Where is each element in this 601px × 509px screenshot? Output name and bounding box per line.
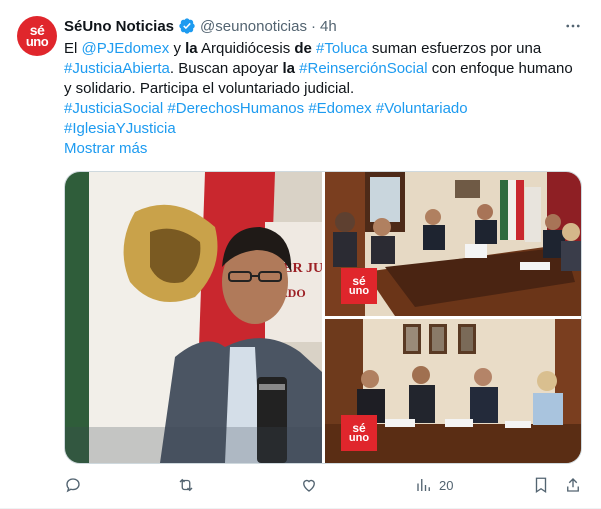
text-segment-bold: la — [185, 40, 198, 57]
hashtag-link[interactable]: #Edomex — [308, 100, 371, 117]
author-display-name[interactable]: SéUno Noticias — [64, 18, 174, 35]
like-button[interactable] — [300, 474, 318, 496]
hashtag-link[interactable]: #JusticiaSocial — [64, 100, 163, 117]
tweet-text: El @PJEdomex y la Arquidiócesis de #Tolu… — [64, 39, 584, 139]
hashtag-link[interactable]: #ReinserciónSocial — [299, 60, 427, 77]
hashtag-link[interactable]: #Voluntariado — [376, 100, 468, 117]
show-more-link[interactable]: Mostrar más — [64, 139, 147, 159]
text-segment: suman esfuerzos por una — [367, 40, 542, 57]
share-icon — [567, 478, 579, 492]
photo-man-flag[interactable]: DER JU ADO — [65, 172, 322, 463]
text-segment: Arquidiócesis — [197, 40, 295, 57]
tweet-actions: 20 — [64, 474, 584, 496]
like-icon — [303, 479, 315, 492]
watermark-text-1: sé — [352, 420, 366, 435]
text-segment: y — [169, 40, 186, 57]
hashtag-link[interactable]: #IglesiaYJusticia — [64, 120, 176, 137]
verified-badge-icon — [179, 18, 195, 34]
watermark-text-2: uno — [348, 431, 370, 444]
watermark-text-1: sé — [352, 273, 366, 288]
photo-meeting-table[interactable]: sé uno — [325, 172, 581, 316]
watermark-text-2: uno — [348, 284, 370, 297]
views-button[interactable]: 20 — [415, 474, 453, 496]
bookmark-icon — [535, 477, 547, 494]
tweet-timestamp[interactable]: 4h — [320, 18, 337, 35]
tweet-card[interactable]: sé uno SéUno Noticias @seunonoticias · 4… — [0, 0, 601, 509]
hashtag-link[interactable]: #Toluca — [316, 40, 368, 57]
seuno-watermark-logo: sé uno — [341, 268, 377, 304]
retweet-button[interactable] — [177, 474, 195, 496]
text-segment-bold: de — [294, 40, 312, 57]
views-count: 20 — [439, 477, 454, 493]
hashtag-link[interactable]: #DerechosHumanos — [167, 100, 304, 117]
hashtag-link[interactable]: #JusticiaAbierta — [64, 60, 170, 77]
avatar[interactable]: sé uno — [17, 16, 57, 56]
share-button[interactable] — [564, 474, 582, 496]
separator-dot: · — [311, 17, 316, 35]
more-options-icon[interactable] — [563, 16, 583, 36]
bookmark-button[interactable] — [532, 474, 550, 496]
avatar-logo-text-2: uno — [25, 34, 49, 49]
reply-icon — [66, 478, 80, 493]
photo-man-flag-image: DER JU ADO — [65, 172, 322, 463]
tweet-header: SéUno Noticias @seunonoticias · 4h — [64, 16, 337, 36]
reply-button[interactable] — [64, 474, 82, 496]
retweet-icon — [179, 478, 193, 492]
mention-link[interactable]: @PJEdomex — [82, 40, 170, 57]
seuno-watermark-logo: sé uno — [341, 415, 377, 451]
text-segment: . Buscan apoyar — [169, 60, 283, 77]
views-icon — [417, 479, 430, 491]
author-handle[interactable]: @seunonoticias — [200, 18, 307, 35]
text-segment: El — [64, 40, 82, 57]
photo-officials-table[interactable]: sé uno — [325, 319, 581, 463]
text-segment-bold: la — [282, 60, 295, 77]
media-grid: DER JU ADO sé uno sé uno — [64, 171, 582, 464]
